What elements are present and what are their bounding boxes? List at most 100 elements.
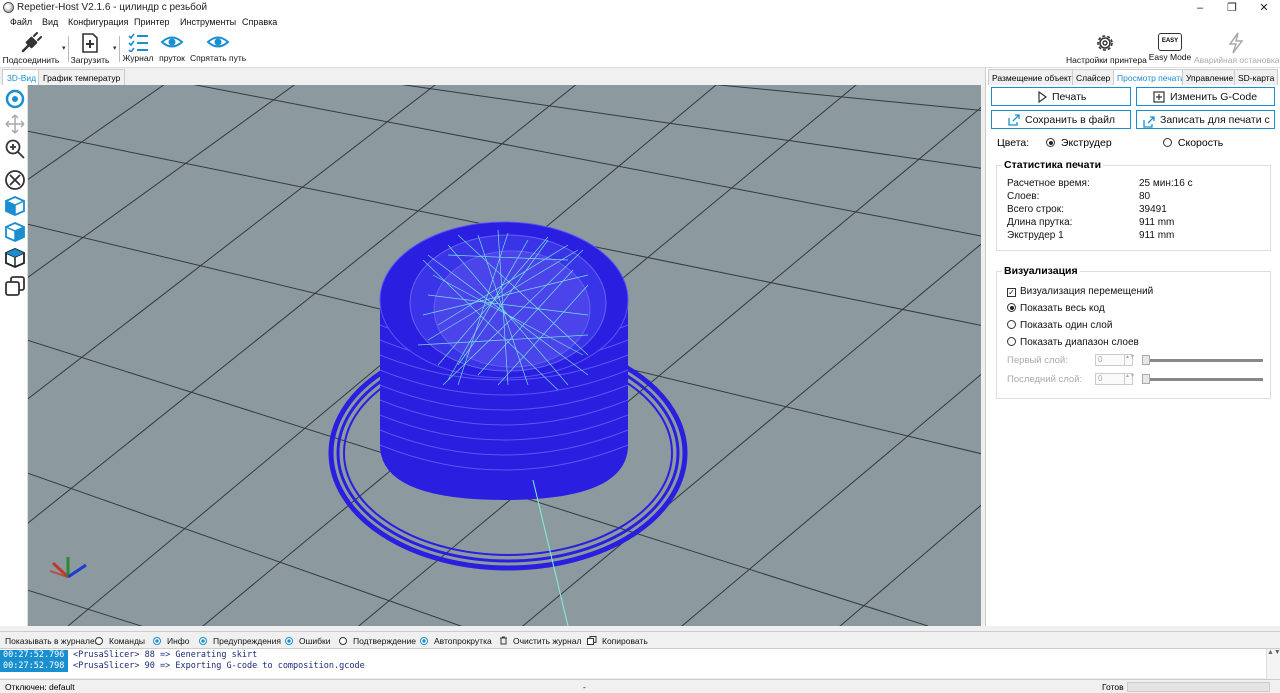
printer-settings-label: Настройки принтера (1066, 55, 1147, 65)
add-file-icon (82, 33, 98, 53)
load-label: Загрузить (70, 55, 110, 65)
copy-log-button[interactable]: Копировать (587, 636, 648, 646)
view-tools-panel (0, 85, 28, 626)
cube-side-icon[interactable] (4, 221, 26, 243)
filament-label: пруток (159, 53, 185, 63)
radio-indicator (1163, 138, 1172, 147)
show-all-code-radio[interactable]: Показать весь код (1007, 303, 1105, 314)
rotate-icon[interactable] (4, 88, 26, 110)
last-layer-slider-thumb[interactable] (1142, 374, 1150, 384)
radio-indicator (1007, 303, 1016, 312)
trash-icon (500, 636, 507, 645)
eye-icon (206, 36, 230, 48)
log-warnings-toggle[interactable]: Предупреждения (199, 636, 281, 646)
visualization-group: Визуализация ✓ Визуализация перемещений П… (996, 265, 1271, 399)
spinner-arrows-icon[interactable]: ▲▼ (1124, 355, 1135, 365)
gcode-preview (28, 85, 981, 626)
ready-status: Готов (1102, 682, 1124, 692)
toolbar: Подсоединить ▾ Загрузить ▾ Журнал пруток… (0, 30, 1280, 68)
menu-config[interactable]: Конфигурация (68, 17, 128, 27)
log-show-label: Показывать в журнале: (5, 636, 98, 646)
move-icon[interactable] (4, 113, 26, 135)
log-message: <PrusaSlicer> 88 => Generating skirt (73, 650, 258, 660)
view-tabs: 3D-Вид График температур (0, 68, 985, 85)
tab-manual-control[interactable]: Управление (1182, 69, 1238, 85)
cube-front-icon[interactable] (4, 195, 26, 217)
emergency-stop-button[interactable]: Аварийная остановка (1194, 30, 1280, 68)
clear-log-button[interactable]: Очистить журнал (499, 636, 581, 646)
toggle-on-icon (153, 637, 161, 645)
printed-cylinder (379, 221, 629, 626)
fit-view-icon[interactable] (4, 169, 26, 191)
stat-value: 25 мин:16 с (1139, 178, 1193, 189)
menu-view[interactable]: Вид (42, 17, 58, 27)
edit-file-icon (1153, 91, 1165, 103)
copy-icon (587, 636, 597, 645)
tab-temperature-graph[interactable]: График температур (38, 69, 126, 85)
log-ack-toggle[interactable]: Подтверждение (339, 636, 416, 646)
last-layer-spinner[interactable]: 0 ▲▼ (1095, 373, 1135, 385)
stat-value: 39491 (1139, 204, 1167, 215)
export-icon (1143, 116, 1155, 128)
cube-top-icon[interactable] (4, 247, 26, 269)
close-button[interactable]: ✕ (1248, 0, 1280, 16)
visualize-travel-checkbox[interactable]: ✓ Визуализация перемещений (1007, 286, 1153, 297)
log-autoscroll-toggle[interactable]: Автопрокрутка (420, 636, 492, 646)
toggle-on-icon (285, 637, 293, 645)
colors-label: Цвета: (997, 137, 1030, 149)
load-button[interactable]: Загрузить (70, 30, 110, 68)
minimize-button[interactable]: – (1184, 0, 1216, 16)
emergency-stop-label: Аварийная остановка (1194, 55, 1280, 65)
tab-sd-card[interactable]: SD-карта (1234, 69, 1279, 85)
tab-print-preview[interactable]: Просмотр печати (1113, 69, 1189, 85)
stat-label: Всего строк: (1007, 204, 1064, 215)
window-title: Repetier-Host V2.1.6 - цилиндр с резьбой (17, 2, 208, 13)
first-layer-slider-thumb[interactable] (1142, 355, 1150, 365)
stat-value: 911 mm (1139, 230, 1175, 241)
app-logo-icon (3, 2, 14, 13)
3d-viewport[interactable] (28, 85, 981, 626)
easy-mode-icon: EASY (1158, 33, 1182, 51)
log-info-toggle[interactable]: Инфо (153, 636, 190, 646)
log-area[interactable]: 00:27:52.796 <PrusaSlicer> 88 => Generat… (0, 648, 1280, 679)
first-layer-slider[interactable] (1143, 359, 1263, 362)
print-button[interactable]: Печать (991, 87, 1131, 106)
menu-tools[interactable]: Инструменты (180, 17, 236, 27)
restore-button[interactable]: ❐ (1216, 0, 1248, 16)
tab-object-placement[interactable]: Размещение объекта (988, 69, 1081, 85)
show-layer-range-radio[interactable]: Показать диапазон слоев (1007, 337, 1139, 348)
color-speed-radio[interactable]: Скорость (1163, 137, 1223, 149)
save-to-file-button[interactable]: Сохранить в файл (991, 110, 1131, 129)
toolbar-separator (68, 36, 69, 62)
log-button[interactable]: Журнал (121, 30, 155, 68)
hide-path-button[interactable]: Спрятать путь (190, 30, 246, 68)
log-scrollbar[interactable]: ▲▼ (1266, 649, 1280, 679)
connect-dropdown-icon[interactable]: ▾ (62, 44, 66, 52)
connect-button[interactable]: Подсоединить (2, 30, 60, 68)
edit-gcode-button[interactable]: Изменить G-Code (1136, 87, 1275, 106)
log-row: 00:27:52.798 <PrusaSlicer> 90 => Exporti… (0, 661, 1265, 672)
menu-help[interactable]: Справка (242, 17, 277, 27)
log-errors-toggle[interactable]: Ошибки (285, 636, 331, 646)
printer-settings-button[interactable]: Настройки принтера (1066, 30, 1147, 68)
copy-objects-icon[interactable] (4, 275, 26, 297)
last-layer-slider[interactable] (1143, 378, 1263, 381)
tab-slicer[interactable]: Слайсер (1072, 69, 1115, 85)
load-dropdown-icon[interactable]: ▾ (113, 44, 117, 52)
lightning-icon (1228, 32, 1244, 54)
log-label: Журнал (122, 53, 154, 63)
filament-button[interactable]: пруток (157, 30, 187, 68)
log-commands-toggle[interactable]: Команды (95, 636, 145, 646)
color-extruder-radio[interactable]: Экструдер (1046, 137, 1112, 149)
show-one-layer-radio[interactable]: Показать один слой (1007, 320, 1112, 331)
write-sd-button[interactable]: Записать для печати с (1136, 110, 1275, 129)
spinner-arrows-icon[interactable]: ▲▼ (1124, 374, 1135, 384)
title-bar: Repetier-Host V2.1.6 - цилиндр с резьбой… (0, 0, 1280, 16)
log-message: <PrusaSlicer> 90 => Exporting G-code to … (73, 661, 365, 671)
first-layer-spinner[interactable]: 0 ▲▼ (1095, 354, 1135, 366)
easy-mode-button[interactable]: EASY Easy Mode (1148, 30, 1192, 68)
menu-file[interactable]: Файл (10, 17, 32, 27)
tab-3d-view[interactable]: 3D-Вид (2, 69, 42, 85)
menu-printer[interactable]: Принтер (134, 17, 170, 27)
zoom-icon[interactable] (4, 138, 26, 160)
